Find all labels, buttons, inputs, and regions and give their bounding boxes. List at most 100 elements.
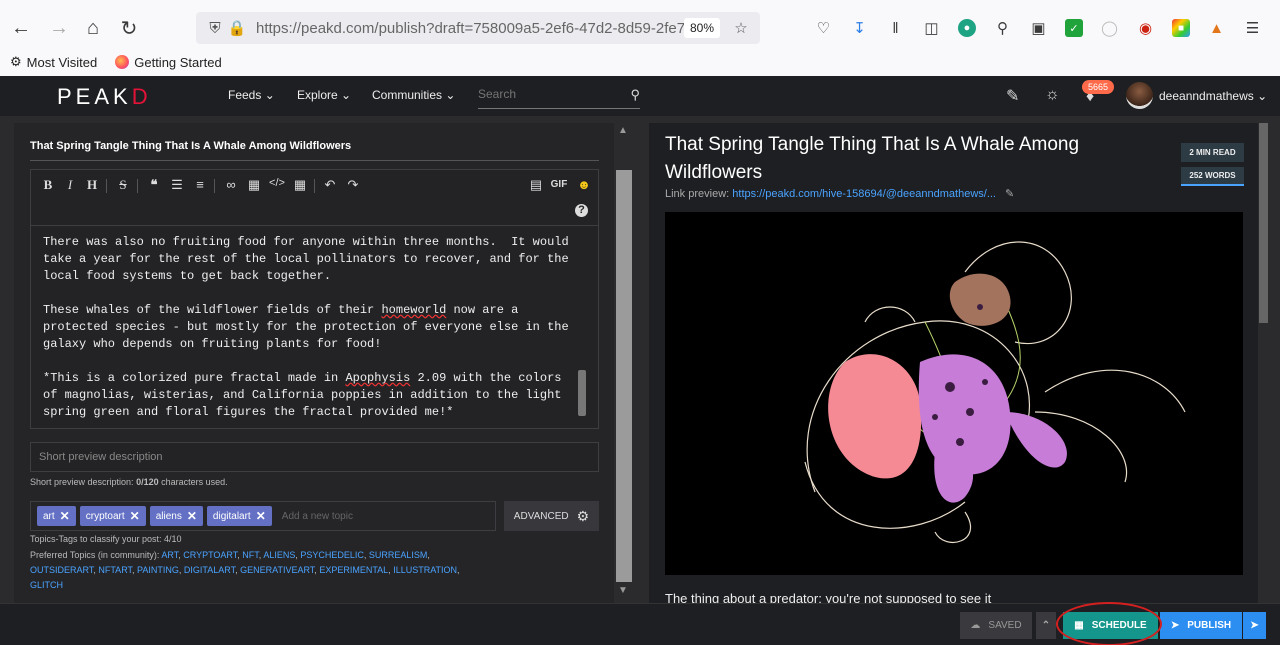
preview-scrollbar[interactable] [1259,123,1268,323]
help-icon[interactable]: ? [575,204,588,217]
extension-calendar-icon[interactable]: ▣ [1025,14,1052,42]
preferred-topic-link[interactable]: PAINTING [137,565,179,575]
saved-dropdown-button[interactable]: ⌃ [1036,612,1056,639]
italic-icon[interactable]: I [61,177,79,193]
bold-icon[interactable]: B [39,177,57,193]
rocket-icon: ➤ [1250,620,1259,631]
extension-colorful-icon[interactable]: ■ [1172,19,1190,37]
close-icon[interactable]: ✕ [187,509,197,523]
undo-icon[interactable]: ↶ [321,177,339,193]
download-icon[interactable]: ↧ [846,14,873,42]
extension-hive-icon[interactable]: ◉ [1132,14,1159,42]
link-icon[interactable]: ∞ [222,177,240,192]
tag-chip[interactable]: art ✕ [37,506,76,526]
quote-icon[interactable]: ❝ [145,177,163,193]
post-body-textarea[interactable]: There was also no fruiting food for anyo… [43,234,583,421]
back-arrow-icon[interactable]: ← [4,11,38,45]
extension-search-icon[interactable]: ⚲ [989,14,1016,42]
close-icon[interactable]: ✕ [60,509,70,523]
preferred-label: Preferred Topics (in community): [30,550,162,560]
preferred-topic-link[interactable]: CRYPTOART [183,550,237,560]
scrollbar-thumb[interactable] [616,170,632,582]
redo-icon[interactable]: ↷ [344,177,362,193]
post-title-input[interactable]: That Spring Tangle Thing That Is A Whale… [30,133,599,161]
unordered-list-icon[interactable]: ≡ [191,177,209,192]
short-description-input[interactable]: Short preview description [30,442,599,472]
tags-input[interactable]: art ✕ cryptoart ✕ aliens ✕ digitalart ✕ Add … [30,501,496,531]
close-icon[interactable]: ✕ [130,509,140,523]
tag-chip[interactable]: cryptoart ✕ [79,506,146,526]
metamask-fox-icon[interactable]: ▲ [1203,14,1230,42]
toolbar-divider [106,179,107,193]
gif-button[interactable]: GIF [547,179,571,190]
advanced-button[interactable]: ADVANCED ⚙ [504,501,599,531]
username-label: deeanndmathews [1159,89,1254,103]
preferred-topic-link[interactable]: ILLUSTRATION [393,565,457,575]
star-bookmark-icon[interactable]: ☆ [730,19,752,37]
library-icon[interactable]: ‖ [882,14,909,42]
ordered-list-icon[interactable]: ☰ [168,177,186,193]
extension-a-icon[interactable]: ● [958,19,976,37]
pencil-icon[interactable]: ✎ [1006,86,1019,106]
search-icon[interactable]: ⚲ [630,87,640,103]
close-icon[interactable]: ✕ [256,509,266,523]
bookmark-most-visited[interactable]: ⚙ Most Visited [10,54,97,70]
strikethrough-icon[interactable]: S [114,177,132,193]
preferred-topic-link[interactable]: GLITCH [30,580,63,590]
emoji-icon[interactable]: ☻ [575,177,593,192]
preferred-topic-link[interactable]: SURREALISM [369,550,428,560]
extension-ring-icon[interactable]: ◯ [1096,14,1123,42]
chevron-down-icon: ⌄ [264,88,275,102]
extension-check-icon[interactable]: ✓ [1065,19,1083,37]
preferred-topic-link[interactable]: ALIENS [263,550,295,560]
image-icon[interactable]: ▦ [245,177,263,193]
pocket-icon[interactable]: ♡ [810,14,837,42]
search-input[interactable] [478,87,618,101]
shield-icon[interactable]: ⛨ [204,20,226,37]
arrow-right-icon: ➤ [1170,620,1180,631]
chevron-down-icon[interactable]: ▼ [618,585,628,596]
preferred-topic-link[interactable]: PSYCHEDELIC [300,550,364,560]
url-bar[interactable]: ⛨ 🔒 https://peakd.com/publish?draft=7580… [196,12,760,44]
rocket-publish-button[interactable]: ➤ [1243,612,1266,639]
peakd-logo[interactable]: PEAKD [57,84,152,110]
table-icon[interactable]: ▦ [291,177,309,193]
nav-communities[interactable]: Communities ⌄ [372,88,455,102]
notification-badge[interactable]: 5665 [1082,80,1115,94]
home-icon[interactable]: ⌂ [76,11,110,45]
forward-arrow-icon[interactable]: → [42,11,76,45]
username-menu[interactable]: deeanndmathews ⌄ [1159,89,1267,103]
tag-chip[interactable]: digitalart ✕ [206,506,272,526]
menu-hamburger-icon[interactable]: ☰ [1239,14,1266,42]
bookmark-getting-started[interactable]: Getting Started [115,55,222,70]
preferred-topic-link[interactable]: GENERATIVEART [240,565,314,575]
zoom-level[interactable]: 80% [683,18,720,38]
new-topic-placeholder[interactable]: Add a new topic [282,511,353,522]
preferred-topic-link[interactable]: DIGITALART [184,565,235,575]
code-icon[interactable]: </> [268,177,286,189]
editor-scrollbar[interactable] [578,370,586,416]
chevron-up-icon[interactable]: ▲ [618,125,628,136]
avatar[interactable] [1126,82,1153,109]
reload-icon[interactable]: ↻ [112,11,146,45]
saved-button[interactable]: ☁ SAVED [960,612,1032,639]
editor-page-scrollbar[interactable]: ▲ ▼ [614,123,634,603]
markdown-editor: B I H S ❝ ☰ ≡ ∞ ▦ </> ▦ ↶ ↷ ▤ GIF ☻ ? Th… [30,169,599,429]
publish-button[interactable]: ➤ PUBLISH [1160,612,1242,639]
nav-explore[interactable]: Explore ⌄ [297,88,351,102]
preferred-topic-link[interactable]: OUTSIDERART [30,565,93,575]
sidebar-icon[interactable]: ◫ [918,14,945,42]
url-text[interactable]: https://peakd.com/publish?draft=758009a5… [256,20,684,37]
preferred-topic-link[interactable]: NFT [242,550,259,560]
preferred-topic-link[interactable]: NFTART [98,565,132,575]
nav-feeds[interactable]: Feeds ⌄ [228,88,275,102]
preferred-topic-link[interactable]: ART [161,550,178,560]
pencil-icon[interactable]: ✎ [1005,188,1014,200]
tag-chip[interactable]: aliens ✕ [149,506,203,526]
chat-icon[interactable]: ☼ [1045,86,1060,104]
link-preview-url[interactable]: https://peakd.com/hive-158694/@deeanndma… [732,188,996,200]
preferred-topic-link[interactable]: EXPERIMENTAL [319,565,388,575]
lock-icon[interactable]: 🔒 [226,19,248,37]
snippet-icon[interactable]: ▤ [527,177,545,193]
heading-icon[interactable]: H [83,177,101,193]
